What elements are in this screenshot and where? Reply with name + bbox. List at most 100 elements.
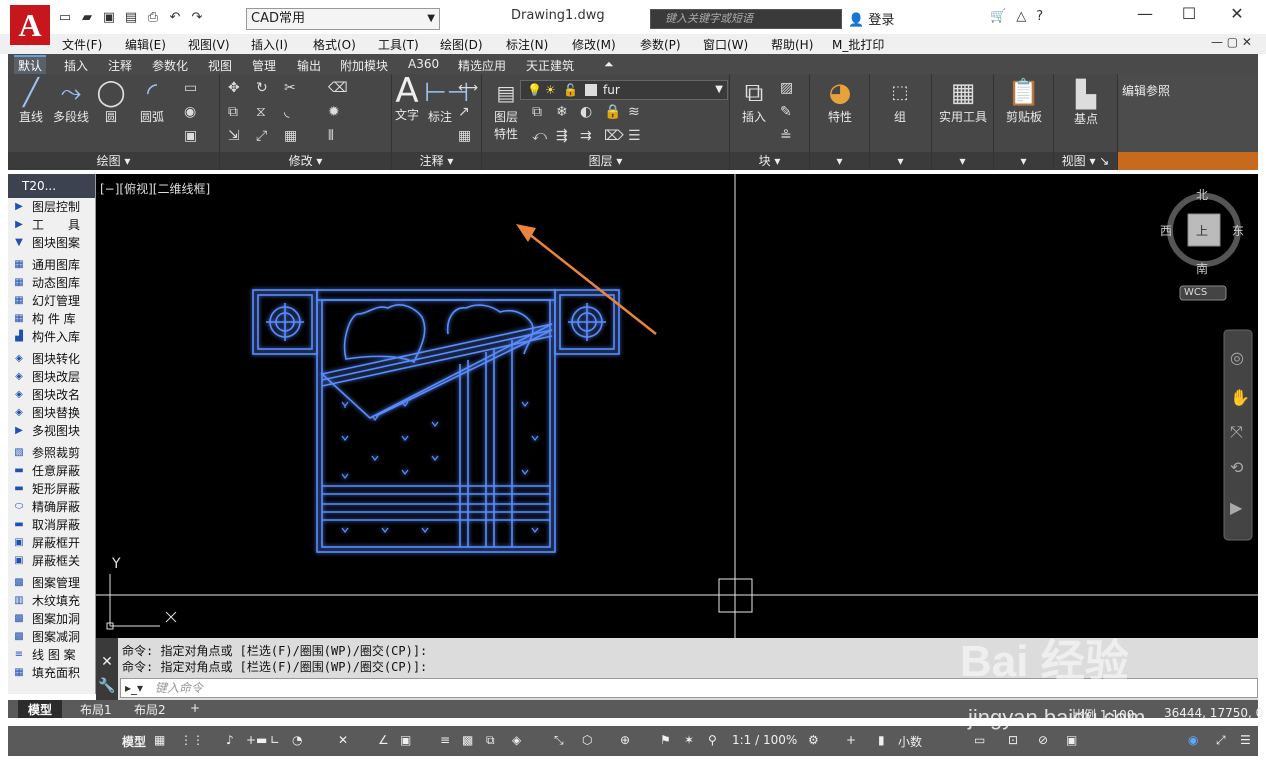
workspace-select[interactable]: CAD常用 ▼ <box>246 8 440 30</box>
tool-pattern-add-hole[interactable]: ▩ 图案加洞 <box>8 610 95 628</box>
offset-icon[interactable]: ⫴ <box>328 128 334 144</box>
panel-layer-label[interactable]: 图层 ▾ <box>482 152 729 170</box>
stretch-icon[interactable]: ⇲ <box>228 128 240 144</box>
drawing-viewport[interactable]: [−][俯视][二维线框] 北 南 东 西 上 WCS Y ◎ ✋ ⤧ ⟲ ▶ <box>96 174 1258 638</box>
line-tool[interactable]: ╱ 直线 <box>12 78 50 125</box>
selection-cycling-icon[interactable]: ⧉ <box>486 733 495 748</box>
array-icon[interactable]: ▦ <box>284 128 297 144</box>
menu-edit[interactable]: 编辑(E) <box>125 36 166 53</box>
tab-manage[interactable]: 管理 <box>248 55 280 74</box>
menu-dimension[interactable]: 标注(N) <box>506 36 548 53</box>
rectangle-icon[interactable]: ▭ <box>184 80 197 96</box>
mirror-icon[interactable]: ⧖ <box>256 104 266 120</box>
trim-icon[interactable]: ✂ <box>284 80 296 96</box>
wrench-icon[interactable]: 🔧 <box>96 678 118 694</box>
maximize-button[interactable]: ☐ <box>1174 4 1204 23</box>
edit-reference-bar[interactable] <box>1118 152 1258 170</box>
close-button[interactable]: ✕ <box>1222 4 1252 23</box>
layer-walk-icon[interactable]: ⇶ <box>556 128 568 144</box>
compass-west[interactable]: 西 <box>1160 222 1172 239</box>
dimension-tool[interactable]: ⊢⊣ 标注 <box>424 78 469 125</box>
t20-panel-title[interactable]: T20... <box>8 174 95 198</box>
annotation-monitor-icon[interactable]: ⚲ <box>708 733 717 747</box>
tool-component-import[interactable]: ▟ 构件入库 <box>8 328 95 346</box>
tab-tangent[interactable]: 天正建筑 <box>522 55 578 74</box>
tool-fill-area[interactable]: ▦ 填充面积 <box>8 664 95 682</box>
polyline-tool[interactable]: ⤳ 多段线 <box>48 78 94 125</box>
viewcube-top[interactable]: 上 <box>1196 222 1208 239</box>
app-logo[interactable]: A <box>10 5 50 45</box>
plus-icon[interactable]: + <box>846 733 856 747</box>
arc-tool[interactable]: ◜ 圆弧 <box>134 78 170 125</box>
annotation-scale-dropdown[interactable]: 1:1 / 100% <box>732 733 797 747</box>
tool-component-library[interactable]: ▦ 构 件 库 <box>8 310 95 328</box>
save-icon[interactable]: ▣ <box>100 9 118 27</box>
insert-tool[interactable]: ⧉ 插入 <box>734 78 774 125</box>
copy-icon[interactable]: ⧉ <box>228 104 238 120</box>
layer-isolate-icon[interactable]: ⧉ <box>532 104 542 120</box>
login-button[interactable]: 👤 登录 <box>848 9 894 28</box>
panel-view-label[interactable]: 视图 ▾ ↘ <box>1054 152 1117 170</box>
layer-merge-icon[interactable]: ⇉ <box>580 128 592 144</box>
full-screen-icon[interactable]: ⤢ <box>1216 733 1226 748</box>
menu-batch-print[interactable]: M_批打印 <box>832 36 884 53</box>
panel-utilities-expand[interactable]: ▾ <box>932 152 993 170</box>
layer-lock-icon[interactable]: 🔒 <box>604 104 621 120</box>
tool-cancel-mask[interactable]: ▬ 取消屏蔽 <box>8 516 95 534</box>
layer-dropdown[interactable]: 💡 ☀ 🔓 fur ▼ <box>520 80 728 100</box>
tab-layout2[interactable]: 布局2 <box>124 700 176 718</box>
polar-icon[interactable]: ◔ <box>292 733 302 747</box>
isolate-objects-icon[interactable]: ⊘ <box>1038 733 1048 747</box>
tool-tools[interactable]: ▶ 工 具 <box>8 216 95 234</box>
tab-parametric[interactable]: 参数化 <box>148 55 192 74</box>
new-icon[interactable]: ▭ <box>56 9 74 27</box>
tool-block-relayer[interactable]: ◈ 图块改层 <box>8 368 95 386</box>
menu-window[interactable]: 窗口(W) <box>703 36 748 53</box>
object-snap-icon[interactable]: ▣ <box>400 733 411 747</box>
menu-draw[interactable]: 绘图(D) <box>440 36 483 53</box>
compass-east[interactable]: 东 <box>1232 222 1244 239</box>
menu-modify[interactable]: 修改(M) <box>572 36 616 53</box>
tab-insert[interactable]: 插入 <box>60 55 92 74</box>
menu-help[interactable]: 帮助(H) <box>771 36 813 53</box>
create-block-icon[interactable]: ▨ <box>780 80 793 96</box>
gizmo-icon[interactable]: ⊕ <box>620 733 630 747</box>
dynamic-ucs-icon[interactable]: ⤡ <box>554 733 564 748</box>
close-icon[interactable]: ✕ <box>96 654 118 670</box>
grid-icon[interactable]: ▦ <box>154 733 165 747</box>
3d-osnap-icon[interactable]: ◈ <box>512 733 521 747</box>
properties-tool[interactable]: ◕ 特性 <box>816 78 864 125</box>
tab-addins[interactable]: 附加模块 <box>336 55 392 74</box>
infer-icon[interactable]: ♪ <box>226 733 234 747</box>
help-icon[interactable]: ? <box>1036 9 1043 24</box>
menu-file[interactable]: 文件(F) <box>62 36 102 53</box>
tab-layout1[interactable]: 布局1 <box>70 700 122 718</box>
tool-pattern-remove-hole[interactable]: ▩ 图案减洞 <box>8 628 95 646</box>
clean-screen-icon[interactable]: ◉ <box>1188 733 1198 747</box>
auto-scale-icon[interactable]: ✶ <box>684 733 694 747</box>
panel-block-label[interactable]: 块 ▾ <box>730 152 809 170</box>
erase-icon[interactable]: ⌫ <box>328 80 348 96</box>
menu-parametric[interactable]: 参数(P) <box>640 36 681 53</box>
tool-block-convert[interactable]: ◈ 图块转化 <box>8 350 95 368</box>
scale-icon[interactable]: ⤢ <box>256 128 267 144</box>
menu-insert[interactable]: 插入(I) <box>251 36 288 53</box>
rotate-icon[interactable]: ↻ <box>256 80 268 96</box>
tool-block-pattern[interactable]: ▼ 图块图案 <box>8 234 95 252</box>
zoom-extents-icon[interactable]: ⤧ <box>1230 422 1243 442</box>
minimize-button[interactable]: — <box>1130 4 1160 23</box>
a360-icon[interactable]: △ <box>1016 9 1026 24</box>
orbit-icon[interactable]: ⟲ <box>1230 458 1243 477</box>
showmotion-icon[interactable]: ▶ <box>1230 498 1242 517</box>
layer-delete-icon[interactable]: ⌦ <box>604 128 624 144</box>
search-input[interactable]: 键入关键字或短语 <box>650 9 842 29</box>
annotation-visibility-icon[interactable]: ⚑ <box>660 733 671 747</box>
cart-icon[interactable]: 🛒 <box>990 9 1006 24</box>
selection-filter-icon[interactable]: ⬡ <box>582 733 592 747</box>
bed-drawing[interactable] <box>252 289 620 553</box>
tab-annotate[interactable]: 注释 <box>104 55 136 74</box>
print-icon[interactable]: ⎙ <box>144 9 162 27</box>
tool-general-library[interactable]: ▦ 通用图库 <box>8 256 95 274</box>
layer-match-icon[interactable]: ≋ <box>628 104 640 120</box>
tab-output[interactable]: 输出 <box>293 55 325 74</box>
